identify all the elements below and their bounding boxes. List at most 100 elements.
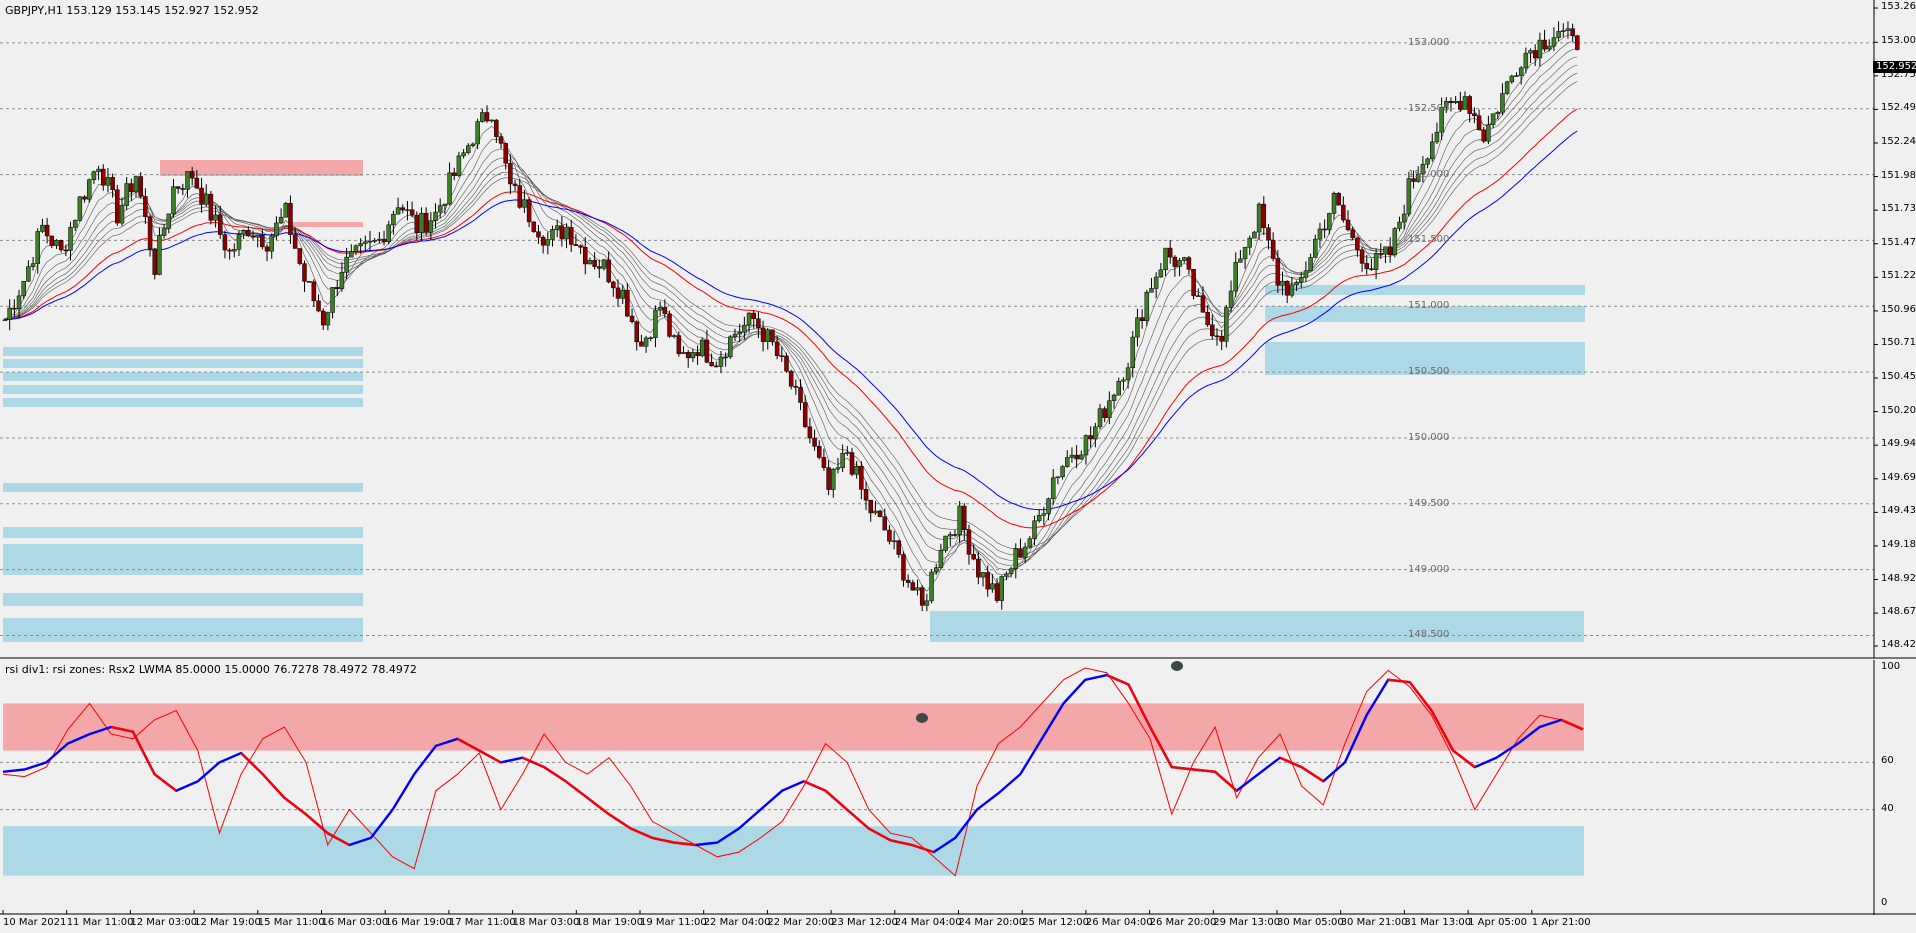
bear-candle xyxy=(297,248,303,264)
bear-candle xyxy=(709,361,714,367)
bull-candle xyxy=(999,576,1004,601)
bear-candle xyxy=(714,365,719,368)
bull-candle xyxy=(1523,52,1529,69)
bear-candle xyxy=(302,263,307,282)
bear-candle xyxy=(807,426,813,439)
bear-candle xyxy=(962,505,967,531)
bull-candle xyxy=(1308,257,1313,271)
bear-candle xyxy=(381,238,387,243)
bull-candle xyxy=(643,337,649,347)
bull-candle xyxy=(433,211,438,221)
x-tick-label: 12 Mar 03:00 xyxy=(130,917,198,928)
bear-candle xyxy=(44,224,50,237)
x-tick-label: 17 Mar 11:00 xyxy=(448,917,516,928)
bear-candle xyxy=(536,231,541,238)
bear-candle xyxy=(625,289,630,317)
bull-candle xyxy=(1013,548,1019,570)
bear-candle xyxy=(63,249,69,252)
bear-candle xyxy=(798,387,803,403)
bear-candle xyxy=(264,246,270,252)
bear-candle xyxy=(667,313,672,337)
price-level-label: 151.500 xyxy=(1408,234,1450,246)
bull-candle xyxy=(105,177,111,186)
bear-candle xyxy=(152,248,157,275)
bear-candle xyxy=(1284,280,1290,296)
chart-window[interactable]: { "header": { "symbol_line": "GBPJPY,H1 … xyxy=(0,0,1916,933)
bear-candle xyxy=(685,352,691,359)
bull-candle xyxy=(419,212,424,234)
bear-candle xyxy=(985,572,990,590)
bull-candle xyxy=(349,251,354,258)
bear-candle xyxy=(82,196,87,200)
bear-candle xyxy=(784,355,789,372)
supply-zone xyxy=(290,222,363,227)
bull-candle xyxy=(1289,284,1295,296)
bull-candle xyxy=(1425,158,1430,165)
bear-candle xyxy=(115,189,120,224)
rsi-chart[interactable] xyxy=(0,660,1916,915)
bull-candle xyxy=(550,229,555,240)
bull-candle xyxy=(456,155,462,176)
bull-candle xyxy=(620,289,625,299)
bull-candle xyxy=(395,207,401,215)
bull-candle xyxy=(466,145,471,154)
bull-candle xyxy=(185,171,190,190)
bull-candle xyxy=(405,209,410,211)
bull-candle xyxy=(601,259,607,269)
bull-candle xyxy=(470,143,476,146)
bull-candle xyxy=(657,307,663,311)
price-level-label: 151.000 xyxy=(1408,300,1450,312)
bear-candle xyxy=(1359,249,1365,264)
bull-candle xyxy=(72,220,78,228)
bear-candle xyxy=(189,171,195,179)
bull-candle xyxy=(30,263,36,267)
bull-candle xyxy=(718,356,724,367)
bear-candle xyxy=(288,203,293,235)
bear-candle xyxy=(1336,192,1341,206)
price-chart[interactable] xyxy=(0,0,1916,660)
bull-candle xyxy=(1514,75,1519,77)
x-tick-label: 26 Mar 04:00 xyxy=(1085,917,1153,928)
bear-candle xyxy=(147,216,153,250)
bear-candle xyxy=(877,510,883,518)
bull-candle xyxy=(35,231,41,264)
x-tick-label: 30 Mar 05:00 xyxy=(1277,917,1344,928)
bear-candle xyxy=(887,529,892,542)
bear-candle xyxy=(1191,269,1196,297)
bear-candle xyxy=(1532,50,1538,59)
bear-candle xyxy=(896,540,902,555)
bull-candle xyxy=(344,256,349,273)
bull-candle xyxy=(255,234,260,238)
bear-candle xyxy=(882,516,888,531)
bull-candle xyxy=(990,583,995,590)
demand-zone xyxy=(3,483,363,492)
bull-candle xyxy=(367,240,373,243)
bull-candle xyxy=(236,234,242,250)
bear-candle xyxy=(611,281,616,289)
bull-candle xyxy=(1546,45,1552,50)
bear-candle xyxy=(208,193,214,221)
bull-candle xyxy=(1397,221,1402,229)
bear-candle xyxy=(101,168,106,186)
y-tick-label: 152.240 xyxy=(1881,135,1916,147)
rsi-y-tick-label: 60 xyxy=(1881,755,1894,767)
bear-candle xyxy=(1275,258,1281,286)
bull-candle xyxy=(1238,258,1243,263)
bull-candle xyxy=(732,333,738,338)
bear-candle xyxy=(826,467,831,490)
bull-candle xyxy=(545,239,551,246)
bull-candle xyxy=(2,319,8,321)
bull-candle xyxy=(737,331,742,335)
bull-candle xyxy=(339,271,345,289)
bull-candle xyxy=(1036,515,1042,522)
bull-candle xyxy=(1177,260,1182,267)
x-tick-label: 1 Apr 21:00 xyxy=(1531,917,1591,928)
bear-candle xyxy=(774,341,780,356)
bear-candle xyxy=(1467,96,1472,114)
bear-candle xyxy=(400,207,406,211)
x-tick-label: 26 Mar 20:00 xyxy=(1149,917,1217,928)
bear-candle xyxy=(629,315,635,322)
bear-candle xyxy=(409,209,415,216)
bull-candle xyxy=(77,196,83,221)
bull-candle xyxy=(157,235,162,275)
